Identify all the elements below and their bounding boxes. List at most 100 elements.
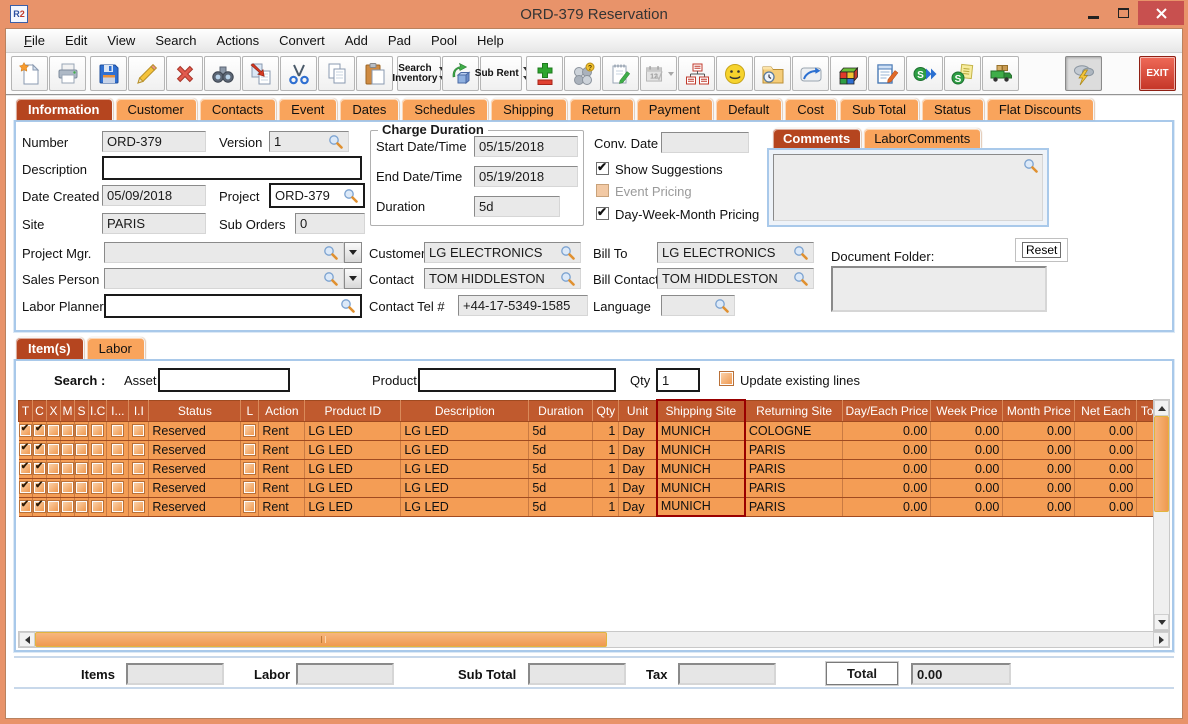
cell-check-i2[interactable] (107, 459, 129, 478)
find-button[interactable] (204, 56, 241, 91)
cell-check-ic[interactable] (89, 421, 107, 440)
project-mgr-dropdown-button[interactable] (344, 242, 362, 263)
cell-status[interactable]: Reserved (149, 497, 241, 516)
cell-description[interactable]: LG LED (401, 497, 529, 516)
exit-button[interactable]: EXIT (1139, 56, 1176, 91)
cell-day-each-price[interactable]: 0.00 (843, 497, 931, 516)
row-checkbox-l[interactable] (244, 444, 255, 455)
cell-unit[interactable]: Day (619, 497, 657, 516)
cell-day-each-price[interactable]: 0.00 (843, 478, 931, 497)
cell-action[interactable]: Rent (259, 421, 305, 440)
cell-product-id[interactable]: LG LED (305, 459, 401, 478)
column-header-shipping-site[interactable]: Shipping Site (657, 400, 745, 421)
status-forward-button[interactable]: S (906, 56, 943, 91)
cell-check-l[interactable] (241, 440, 259, 459)
cell-net-each[interactable]: 0.00 (1075, 421, 1137, 440)
row-checkbox-x[interactable] (48, 463, 59, 474)
cell-check-t[interactable] (19, 421, 33, 440)
cell-month-price[interactable]: 0.00 (1003, 440, 1075, 459)
table-row[interactable]: ReservedRentLG LEDLG LED5d1DayMUNICHPARI… (19, 497, 1161, 516)
history-folder-button[interactable] (754, 56, 791, 91)
update-existing-checkbox[interactable] (720, 372, 733, 385)
row-checkbox-i2[interactable] (112, 482, 123, 493)
row-checkbox-m[interactable] (62, 463, 73, 474)
cell-week-price[interactable]: 0.00 (931, 497, 1003, 516)
vertical-scroll-thumb[interactable] (1154, 416, 1169, 512)
cell-duration[interactable]: 5d (529, 459, 593, 478)
cell-action[interactable]: Rent (259, 459, 305, 478)
cell-net-each[interactable]: 0.00 (1075, 459, 1137, 478)
tab-event[interactable]: Event (278, 98, 337, 120)
table-row[interactable]: ReservedRentLG LEDLG LED5d1DayMUNICHPARI… (19, 440, 1161, 459)
cell-returning-site[interactable]: PARIS (745, 497, 843, 516)
search-icon[interactable] (793, 245, 809, 261)
column-header-qty[interactable]: Qty (593, 400, 619, 421)
cell-check-s[interactable] (75, 497, 89, 516)
cell-check-x[interactable] (47, 459, 61, 478)
search-icon[interactable] (793, 271, 809, 287)
transfer-button[interactable] (242, 56, 279, 91)
row-checkbox-t[interactable] (20, 482, 31, 493)
cell-net-each[interactable]: 0.00 (1075, 497, 1137, 516)
project-field[interactable]: ORD-379 (269, 183, 365, 208)
scroll-down-button[interactable] (1154, 614, 1169, 630)
column-header-i-c[interactable]: I.C (89, 400, 107, 421)
table-row[interactable]: ReservedRentLG LEDLG LED5d1DayMUNICHPARI… (19, 459, 1161, 478)
row-checkbox-x[interactable] (48, 444, 59, 455)
table-row[interactable]: ReservedRentLG LEDLG LED5d1DayMUNICHCOLO… (19, 421, 1161, 440)
row-checkbox-ii[interactable] (133, 463, 144, 474)
cell-duration[interactable]: 5d (529, 440, 593, 459)
row-checkbox-m[interactable] (62, 482, 73, 493)
cell-check-x[interactable] (47, 421, 61, 440)
tab-customer[interactable]: Customer (115, 98, 197, 120)
search-inventory-button[interactable]: Search Inventory (397, 56, 440, 91)
labor-planner-field[interactable] (104, 294, 362, 318)
cell-unit[interactable]: Day (619, 440, 657, 459)
tab-payment[interactable]: Payment (636, 98, 713, 120)
cell-check-t[interactable] (19, 459, 33, 478)
search-icon[interactable] (343, 188, 359, 204)
group-button[interactable]: ? (564, 56, 601, 91)
cell-check-x[interactable] (47, 497, 61, 516)
comments-textarea[interactable] (773, 154, 1043, 221)
row-checkbox-c[interactable] (34, 463, 45, 474)
menu-convert[interactable]: Convert (269, 30, 335, 51)
menu-actions[interactable]: Actions (207, 30, 270, 51)
row-checkbox-c[interactable] (34, 501, 45, 512)
status-notes-button[interactable]: S (944, 56, 981, 91)
cell-check-l[interactable] (241, 478, 259, 497)
column-header-action[interactable]: Action (259, 400, 305, 421)
row-checkbox-i2[interactable] (112, 444, 123, 455)
cell-week-price[interactable]: 0.00 (931, 478, 1003, 497)
horizontal-scroll-thumb[interactable] (35, 632, 607, 647)
cell-qty[interactable]: 1 (593, 421, 619, 440)
cell-check-t[interactable] (19, 478, 33, 497)
cell-check-c[interactable] (33, 497, 47, 516)
shipping-button[interactable] (982, 56, 1019, 91)
tab-laborcomments[interactable]: LaborComments (863, 128, 981, 148)
row-checkbox-m[interactable] (62, 501, 73, 512)
cell-returning-site[interactable]: PARIS (745, 478, 843, 497)
row-checkbox-i2[interactable] (112, 463, 123, 474)
cell-qty[interactable]: 1 (593, 497, 619, 516)
cell-action[interactable]: Rent (259, 497, 305, 516)
cell-check-x[interactable] (47, 478, 61, 497)
column-header-day-each-price[interactable]: Day/Each Price (843, 400, 931, 421)
cell-check-x[interactable] (47, 440, 61, 459)
dwm-pricing-checkbox[interactable] (596, 207, 609, 220)
cell-net-each[interactable]: 0.00 (1075, 440, 1137, 459)
row-checkbox-c[interactable] (34, 425, 45, 436)
print-button[interactable] (49, 56, 86, 91)
column-header-i[interactable]: I... (107, 400, 129, 421)
cell-description[interactable]: LG LED (401, 421, 529, 440)
search-icon[interactable] (560, 271, 576, 287)
row-checkbox-c[interactable] (34, 444, 45, 455)
row-checkbox-s[interactable] (76, 425, 87, 436)
row-checkbox-s[interactable] (76, 444, 87, 455)
cell-check-ic[interactable] (89, 497, 107, 516)
total-button[interactable]: Total (826, 662, 898, 685)
cell-week-price[interactable]: 0.00 (931, 421, 1003, 440)
menu-file[interactable]: File (14, 30, 55, 51)
row-checkbox-ic[interactable] (92, 482, 103, 493)
tab-comments[interactable]: Comments (772, 128, 861, 148)
